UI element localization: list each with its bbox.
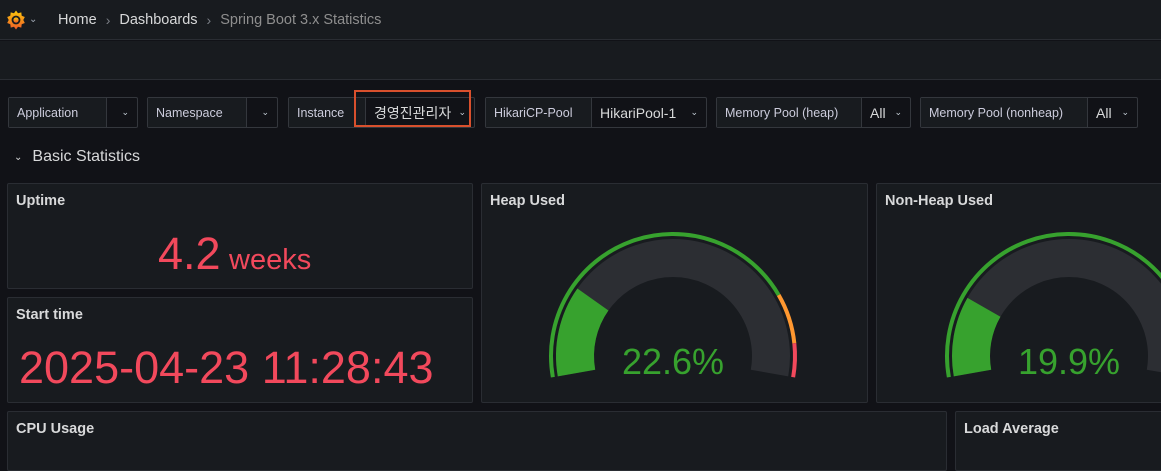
variable-instance[interactable]: Instance 경영진관리자 ⌄: [288, 97, 475, 128]
gauge-threshold-red: [791, 343, 797, 378]
grafana-logo-icon: [7, 10, 25, 29]
start-time-value: 2025-04-23 11:28:43: [19, 342, 434, 393]
variable-application[interactable]: Application ⌄: [8, 97, 138, 128]
variable-value[interactable]: ⌄: [247, 98, 277, 127]
variable-value[interactable]: ⌄: [107, 98, 137, 127]
breadcrumb-dashboards[interactable]: Dashboards: [119, 12, 197, 28]
panel-cpu-usage[interactable]: CPU Usage: [7, 411, 947, 471]
uptime-value: 4.2 weeks: [158, 228, 311, 280]
panel-uptime[interactable]: Uptime 4.2 weeks: [7, 183, 473, 289]
chevron-down-icon: ⌄: [458, 107, 466, 117]
variable-hikaricp-pool[interactable]: HikariCP-Pool HikariPool-1 ⌄: [485, 97, 707, 128]
row-basic-statistics[interactable]: ⌄ Basic Statistics: [14, 148, 140, 166]
chevron-down-icon: ⌄: [1121, 107, 1129, 117]
uptime-number: 4.2: [158, 228, 221, 279]
breadcrumb-home[interactable]: Home: [58, 12, 97, 28]
panel-load-average[interactable]: Load Average: [955, 411, 1161, 471]
variable-memory-pool-nonheap[interactable]: Memory Pool (nonheap) All ⌄: [920, 97, 1138, 128]
row-title: Basic Statistics: [32, 148, 140, 165]
chevron-down-icon: ⌄: [29, 14, 38, 25]
chevron-right-icon: ›: [105, 11, 111, 28]
gauge-value-fill: [952, 297, 1001, 377]
breadcrumb-current: Spring Boot 3.x Statistics: [220, 11, 382, 28]
variable-value[interactable]: 경영진관리자 ⌄: [366, 98, 474, 127]
non-heap-used-value: 19.9%: [1018, 341, 1120, 382]
chevron-down-icon: ⌄: [14, 151, 23, 163]
variable-label: Namespace: [148, 98, 248, 127]
variable-label: Instance: [289, 98, 366, 127]
chevron-down-icon: ⌄: [894, 107, 902, 117]
variable-value[interactable]: HikariPool-1 ⌄: [592, 98, 706, 127]
panel-non-heap-used[interactable]: Non-Heap Used 19.9%: [876, 183, 1161, 403]
chevron-right-icon: ›: [206, 11, 212, 28]
variable-label: Application: [9, 98, 108, 127]
uptime-unit: weeks: [229, 244, 312, 276]
dashboard-toolbar: [0, 41, 1161, 80]
panel-heap-used[interactable]: Heap Used 22.6%: [481, 183, 868, 403]
variable-label: HikariCP-Pool: [486, 98, 592, 127]
gauge-value-fill: [556, 288, 609, 377]
variable-label: Memory Pool (heap): [717, 98, 862, 127]
variable-value[interactable]: All ⌄: [1088, 98, 1137, 127]
app-menu-button[interactable]: ⌄: [5, 9, 43, 31]
variable-namespace[interactable]: Namespace ⌄: [147, 97, 278, 128]
panel-title: Load Average: [964, 421, 1059, 437]
variable-value[interactable]: All ⌄: [862, 98, 910, 127]
heap-gauge: 22.6%: [549, 232, 797, 382]
top-nav-bar: ⌄ Home › Dashboards › Spring Boot 3.x St…: [0, 0, 1161, 40]
panel-title: Start time: [16, 307, 83, 323]
variable-memory-pool-heap[interactable]: Memory Pool (heap) All ⌄: [716, 97, 911, 128]
non-heap-gauge: 19.9%: [945, 232, 1161, 382]
variable-label: Memory Pool (nonheap): [921, 98, 1088, 127]
panel-title: Uptime: [16, 193, 66, 209]
heap-used-value: 22.6%: [622, 341, 724, 382]
chevron-down-icon: ⌄: [261, 107, 269, 117]
chevron-down-icon: ⌄: [121, 107, 129, 117]
panel-title: CPU Usage: [16, 421, 95, 437]
chevron-down-icon: ⌄: [690, 107, 698, 117]
panel-start-time[interactable]: Start time 2025-04-23 11:28:43: [7, 297, 473, 403]
